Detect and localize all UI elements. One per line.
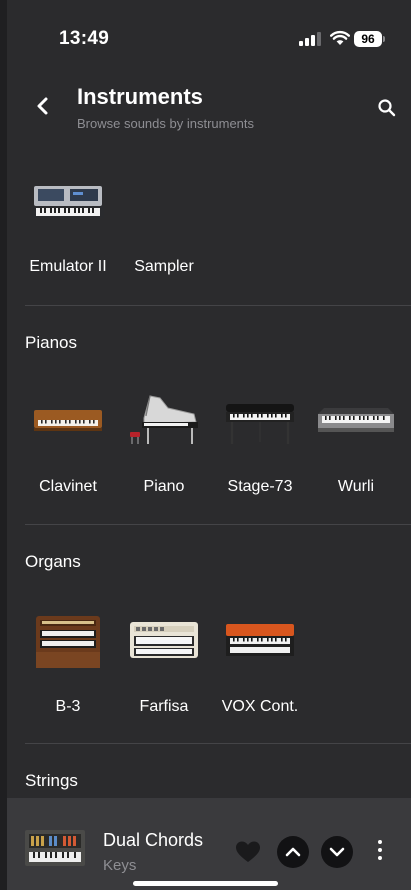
chevron-down-icon — [329, 847, 345, 857]
grand-piano-image — [130, 395, 198, 444]
instrument-vox-cont[interactable]: VOX Cont. — [215, 612, 305, 742]
wurli-image — [318, 408, 394, 432]
instrument-stage-73[interactable]: Stage-73 — [215, 392, 305, 522]
farfisa-image — [130, 622, 198, 658]
section-title-pianos: Pianos — [25, 333, 77, 352]
battery-nub — [383, 36, 385, 42]
instrument-sampler[interactable]: Sampler — [119, 180, 209, 310]
instrument-wurli[interactable]: Wurli — [311, 392, 401, 522]
section-divider — [25, 743, 411, 744]
page-title: Instruments — [77, 84, 203, 109]
now-playing-subtitle: Keys — [103, 857, 137, 874]
instrument-label: Farfisa — [139, 698, 189, 715]
wifi-icon — [330, 30, 350, 45]
home-indicator — [133, 881, 278, 886]
mini-player[interactable]: Dual Chords Keys — [7, 798, 411, 890]
screen-edge — [0, 0, 7, 890]
section-divider — [25, 305, 411, 306]
instrument-label: VOX Cont. — [221, 698, 299, 715]
more-vertical-icon[interactable] — [377, 840, 383, 862]
chevron-down-button[interactable] — [321, 836, 353, 868]
instrument-label: Wurli — [337, 478, 375, 495]
emulator-ii-image — [32, 186, 104, 218]
app-screen: 13:49 96 Instruments Browse sounds by in… — [7, 0, 411, 890]
section-title-organs: Organs — [25, 552, 81, 571]
chevron-left-icon[interactable] — [31, 92, 55, 120]
section-divider — [25, 524, 411, 525]
chevron-up-button[interactable] — [277, 836, 309, 868]
instrument-label: Emulator II — [29, 258, 107, 275]
status-time: 13:49 — [59, 28, 110, 49]
waveform-icon — [127, 183, 201, 227]
heart-icon[interactable] — [235, 840, 261, 864]
instrument-label: B-3 — [55, 698, 81, 715]
vox-continental-image — [226, 624, 294, 656]
battery-indicator: 96 — [354, 31, 382, 47]
clavinet-image — [34, 410, 102, 431]
status-bar: 13:49 96 — [7, 0, 411, 64]
chevron-up-icon — [285, 847, 301, 857]
instrument-b-3[interactable]: B-3 — [23, 612, 113, 742]
instrument-emulator-ii[interactable]: Emulator II — [23, 180, 113, 310]
instrument-farfisa[interactable]: Farfisa — [119, 612, 209, 742]
instrument-label: Clavinet — [39, 478, 97, 495]
page-subtitle: Browse sounds by instruments — [77, 116, 255, 131]
search-icon[interactable] — [377, 98, 397, 118]
instrument-label: Piano — [143, 478, 185, 495]
section-title-strings: Strings — [25, 771, 78, 790]
instrument-clavinet[interactable]: Clavinet — [23, 392, 113, 522]
now-playing-artwork — [25, 830, 85, 866]
cellular-signal-icon — [299, 32, 323, 46]
instrument-label: Sampler — [134, 258, 194, 275]
instrument-piano[interactable]: Piano — [119, 392, 209, 522]
instrument-label: Stage-73 — [227, 478, 293, 495]
stage-73-image — [226, 404, 294, 444]
b-3-organ-image — [36, 616, 100, 668]
now-playing-title: Dual Chords — [103, 830, 204, 850]
